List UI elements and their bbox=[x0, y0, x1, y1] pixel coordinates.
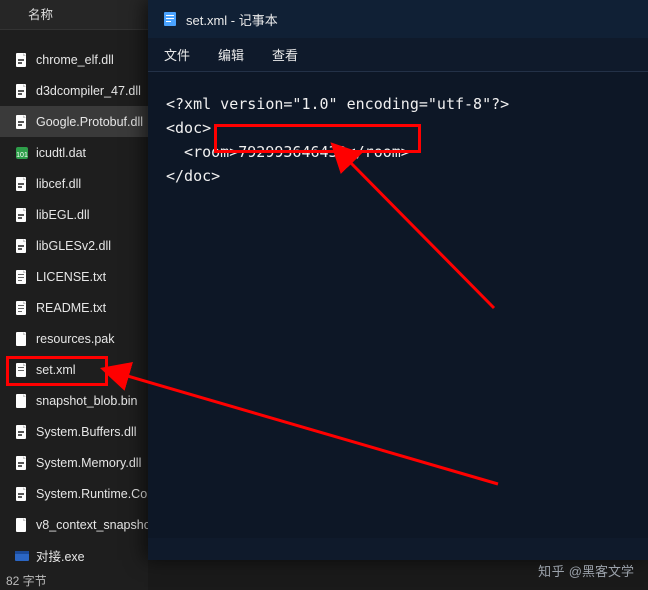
file-item[interactable]: libcef.dll bbox=[0, 168, 148, 199]
file-name-label: icudtl.dat bbox=[36, 146, 86, 160]
file-name-label: Google.Protobuf.dll bbox=[36, 115, 143, 129]
txt-file-icon bbox=[14, 269, 30, 285]
column-header-name[interactable]: 名称 bbox=[0, 0, 148, 30]
file-list: chrome_elf.dll d3dcompiler_47.dll Google.P… bbox=[0, 30, 148, 571]
file-item[interactable]: System.Runtime.CompilerServices.Unsafe.d… bbox=[0, 478, 148, 509]
watermark: 知乎 @黑客文学 bbox=[538, 561, 634, 580]
dll-file-icon bbox=[14, 424, 30, 440]
watermark-author: @黑客文学 bbox=[569, 564, 634, 579]
file-item[interactable]: System.Memory.dll bbox=[0, 447, 148, 478]
file-name-label: System.Runtime.CompilerServices.Unsafe.d… bbox=[36, 487, 148, 501]
dll-file-icon bbox=[14, 176, 30, 192]
file-item[interactable]: chrome_elf.dll bbox=[0, 44, 148, 75]
file-item[interactable]: 对接.exe bbox=[0, 540, 148, 571]
file-name-label: d3dcompiler_47.dll bbox=[36, 84, 141, 98]
dll-file-icon bbox=[14, 114, 30, 130]
file-name-label: LICENSE.txt bbox=[36, 270, 106, 284]
dll-file-icon bbox=[14, 52, 30, 68]
notepad-title-bar[interactable]: set.xml - 记事本 bbox=[148, 0, 648, 38]
txt-file-icon bbox=[14, 300, 30, 316]
notepad-title: set.xml - 记事本 bbox=[186, 10, 278, 29]
file-item[interactable]: v8_context_snapshot.bin bbox=[0, 509, 148, 540]
notepad-app-icon bbox=[162, 11, 178, 27]
file-item[interactable]: resources.pak bbox=[0, 323, 148, 354]
notepad-window: set.xml - 记事本 文件 编辑 查看 <?xml version="1.… bbox=[148, 0, 648, 560]
dll-file-icon bbox=[14, 486, 30, 502]
file-item[interactable]: d3dcompiler_47.dll bbox=[0, 75, 148, 106]
dat-file-icon: 101 bbox=[14, 145, 30, 161]
file-item[interactable]: LICENSE.txt bbox=[0, 261, 148, 292]
file-file-icon bbox=[14, 517, 30, 533]
file-name-label: 对接.exe bbox=[36, 546, 85, 565]
notepad-editor[interactable]: <?xml version="1.0" encoding="utf-8"?> <… bbox=[148, 72, 648, 538]
status-bar: 82 字节 bbox=[0, 570, 148, 590]
annotation-file-highlight bbox=[6, 356, 108, 386]
file-name-label: v8_context_snapshot.bin bbox=[36, 518, 148, 532]
file-item[interactable]: snapshot_blob.bin bbox=[0, 385, 148, 416]
menu-edit[interactable]: 编辑 bbox=[218, 45, 244, 64]
menu-view[interactable]: 查看 bbox=[272, 45, 298, 64]
notepad-menu-bar: 文件 编辑 查看 bbox=[148, 38, 648, 72]
file-name-label: libcef.dll bbox=[36, 177, 81, 191]
status-size: 82 字节 bbox=[6, 572, 47, 589]
dll-file-icon bbox=[14, 455, 30, 471]
file-name-label: snapshot_blob.bin bbox=[36, 394, 137, 408]
file-item[interactable]: Google.Protobuf.dll bbox=[0, 106, 148, 137]
dll-file-icon bbox=[14, 207, 30, 223]
dll-file-icon bbox=[14, 238, 30, 254]
svg-text:101: 101 bbox=[16, 152, 28, 159]
menu-file[interactable]: 文件 bbox=[164, 45, 190, 64]
file-explorer-panel: 名称 chrome_elf.dll d3dcompiler_47.dll Googl… bbox=[0, 0, 148, 590]
file-name-label: System.Buffers.dll bbox=[36, 425, 137, 439]
file-item[interactable]: libEGL.dll bbox=[0, 199, 148, 230]
file-name-label: resources.pak bbox=[36, 332, 115, 346]
file-item[interactable]: libGLESv2.dll bbox=[0, 230, 148, 261]
file-name-label: libGLESv2.dll bbox=[36, 239, 111, 253]
file-file-icon bbox=[14, 393, 30, 409]
file-name-label: README.txt bbox=[36, 301, 106, 315]
file-name-label: libEGL.dll bbox=[36, 208, 90, 222]
file-name-label: chrome_elf.dll bbox=[36, 53, 114, 67]
file-file-icon bbox=[14, 331, 30, 347]
dll-file-icon bbox=[14, 83, 30, 99]
file-item[interactable]: 101 icudtl.dat bbox=[0, 137, 148, 168]
file-item[interactable]: System.Buffers.dll bbox=[0, 416, 148, 447]
file-name-label: System.Memory.dll bbox=[36, 456, 141, 470]
file-item[interactable]: README.txt bbox=[0, 292, 148, 323]
watermark-prefix: 知乎 bbox=[538, 564, 565, 579]
exe-file-icon bbox=[14, 548, 30, 564]
